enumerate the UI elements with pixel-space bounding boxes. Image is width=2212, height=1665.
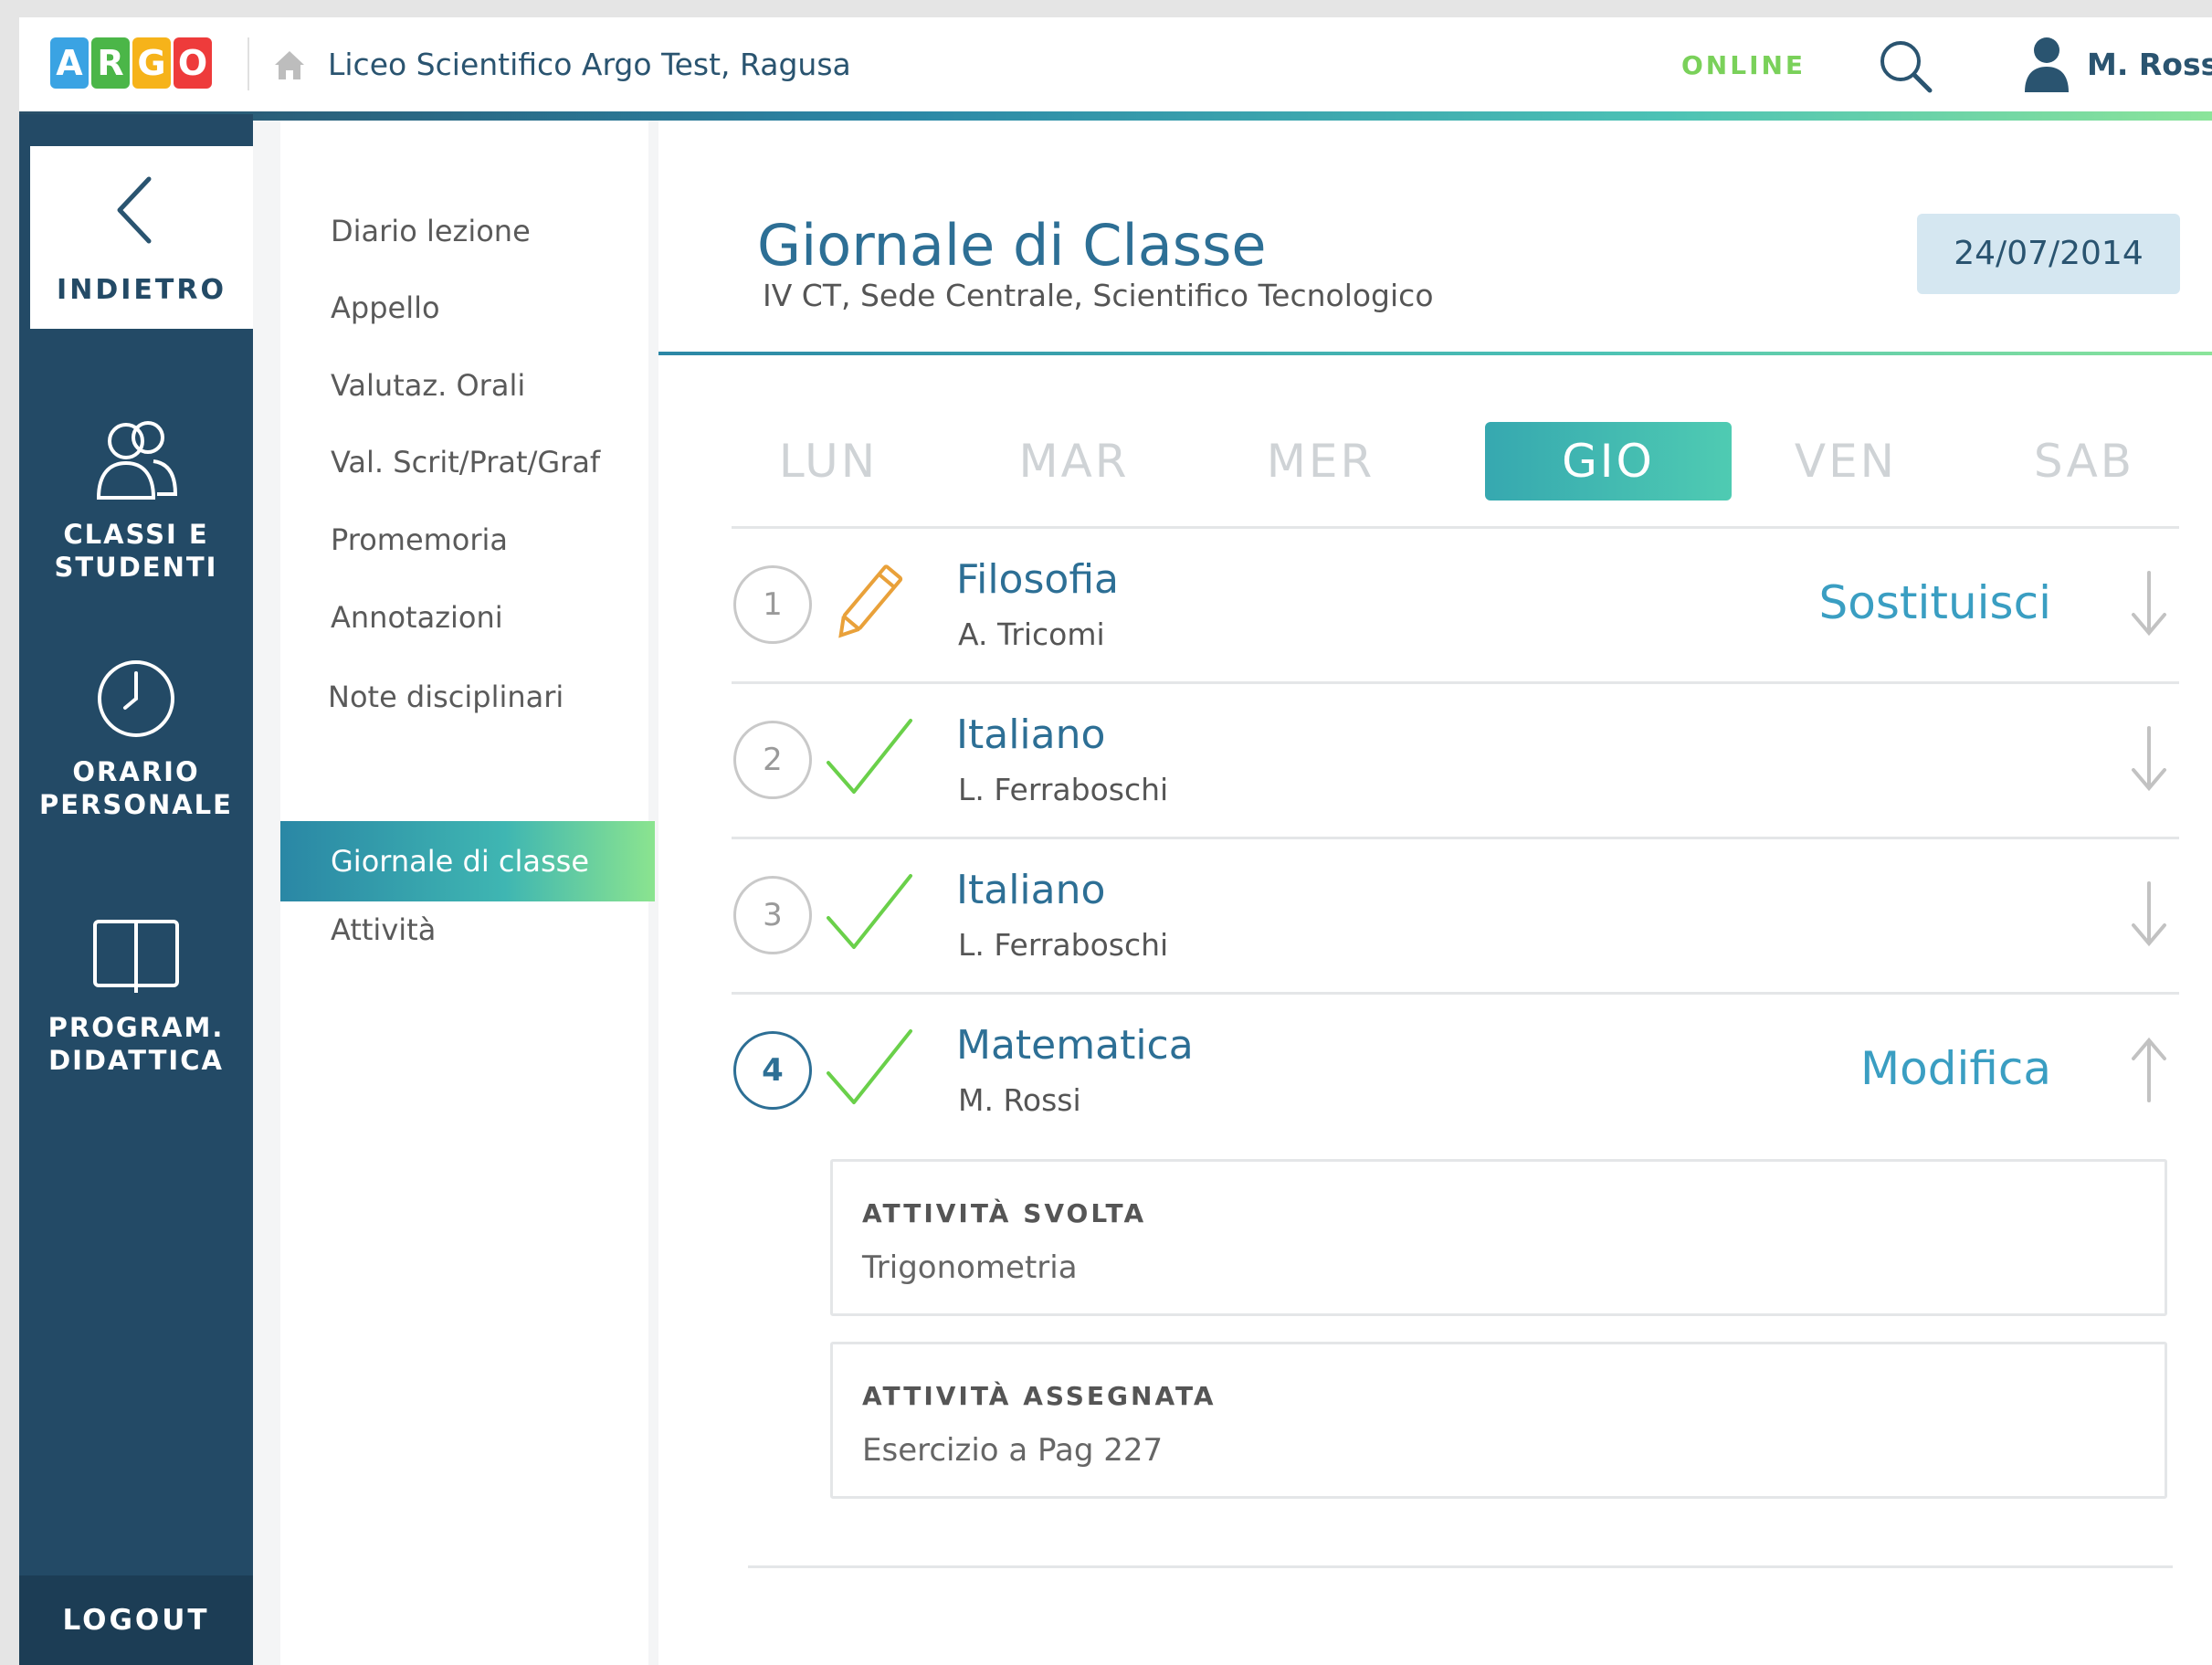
lesson-subject: Italiano [956, 867, 1106, 913]
sidebar-label-program-2: DIDATTICA [48, 1045, 224, 1076]
sidebar-item-orario-personale[interactable]: ORARIO PERSONALE [19, 653, 253, 821]
arrow-down-icon[interactable] [2126, 722, 2172, 796]
lesson-number: 4 [733, 1031, 812, 1110]
submenu-item-annotazioni[interactable]: Annotazioni [331, 600, 503, 635]
lesson-row-expanded[interactable]: 4 Matematica M. Rossi Modifica [732, 995, 2179, 1150]
sidebar-label-classi-1: CLASSI E [63, 519, 209, 550]
tab-mer[interactable]: MER [1229, 422, 1412, 501]
sidebar-label-orario-2: PERSONALE [39, 789, 233, 820]
arrow-down-icon[interactable] [2126, 567, 2172, 640]
logo-letter-a: A [50, 37, 89, 89]
tab-ven[interactable]: VEN [1754, 422, 1937, 501]
lesson-number: 3 [733, 876, 812, 954]
attivita-svolta-box[interactable]: ATTIVITÀ SVOLTA Trigonometria [830, 1159, 2167, 1316]
clock-icon [98, 660, 174, 737]
date-picker-button[interactable]: 24/07/2014 [1917, 214, 2180, 294]
sidebar-label-classi-2: STUDENTI [54, 552, 218, 583]
logo-letter-o: O [174, 37, 212, 89]
lesson-row[interactable]: 3 Italiano L. Ferraboschi [732, 839, 2179, 995]
tab-sab[interactable]: SAB [1993, 422, 2175, 501]
online-status: ONLINE [1681, 50, 1806, 80]
back-button[interactable]: INDIETRO [30, 146, 253, 329]
submenu-item-diario-lezione[interactable]: Diario lezione [331, 214, 531, 248]
sidebar-label-orario-1: ORARIO [72, 756, 200, 787]
lesson-subject: Italiano [956, 711, 1106, 758]
back-label: INDIETRO [57, 274, 226, 306]
detail-value: Esercizio a Pag 227 [862, 1432, 1164, 1469]
lesson-row[interactable]: 2 Italiano L. Ferraboschi [732, 684, 2179, 839]
logo-letter-r: R [91, 37, 130, 89]
attivita-assegnata-box[interactable]: ATTIVITÀ ASSEGNATA Esercizio a Pag 227 [830, 1342, 2167, 1499]
logout-button[interactable]: LOGOUT [19, 1575, 253, 1665]
submenu: Diario lezione Appello Valutaz. Orali Va… [253, 121, 676, 1665]
tab-mar[interactable]: MAR [983, 422, 1165, 501]
search-icon[interactable] [1877, 37, 1935, 96]
pencil-icon [838, 564, 903, 638]
sidebar-item-program-didattica[interactable]: PROGRAM. DIDATTICA [19, 909, 253, 1077]
argo-logo[interactable]: A R G O [50, 37, 212, 89]
user-icon[interactable] [2019, 34, 2074, 94]
lesson-number: 2 [733, 721, 812, 799]
submenu-item-note-disciplinari[interactable]: Note disciplinari [328, 680, 564, 714]
submenu-item-promemoria[interactable]: Promemoria [331, 522, 508, 557]
submenu-item-attivita[interactable]: Attività [331, 912, 436, 947]
sidebar-item-classi-studenti[interactable]: CLASSI E STUDENTI [19, 416, 253, 584]
submenu-active-label: Giornale di classe [331, 844, 589, 879]
lesson-row[interactable]: 1 Filosofia A. Tricomi Sostituisci [732, 529, 2179, 684]
modifica-button[interactable]: Modifica [1860, 1042, 2051, 1095]
submenu-item-val-scrit[interactable]: Val. Scrit/Prat/Graf [331, 445, 600, 479]
chevron-left-icon [117, 176, 152, 244]
check-icon [827, 874, 912, 949]
list-bottom-divider [748, 1565, 2173, 1568]
tab-lun[interactable]: LUN [737, 422, 920, 501]
users-icon [96, 421, 178, 500]
user-name[interactable]: M. Rossi [2087, 47, 2212, 82]
lesson-subject: Matematica [956, 1022, 1194, 1069]
lesson-teacher: M. Rossi [958, 1082, 1081, 1118]
book-icon [93, 920, 179, 993]
page-subtitle: IV CT, Sede Centrale, Scientifico Tecnol… [763, 278, 1434, 313]
main-sidebar: CLASSI E STUDENTI ORARIO PERSONALE PROGR… [19, 114, 253, 1665]
top-bar: A R G O Liceo Scientifico Argo Test, Rag… [19, 17, 2212, 114]
home-icon[interactable] [271, 47, 308, 83]
arrow-up-icon[interactable] [2126, 1033, 2172, 1106]
sostituisci-button[interactable]: Sostituisci [1819, 576, 2052, 629]
logo-separator [248, 37, 249, 90]
logo-letter-g: G [132, 37, 171, 89]
lesson-teacher: L. Ferraboschi [958, 772, 1169, 807]
submenu-item-giornale-di-classe[interactable]: Giornale di classe [280, 821, 655, 901]
lesson-teacher: A. Tricomi [958, 616, 1105, 652]
school-name[interactable]: Liceo Scientifico Argo Test, Ragusa [328, 47, 851, 82]
sidebar-label-program-1: PROGRAM. [47, 1012, 225, 1043]
title-divider [658, 352, 2212, 355]
check-icon [827, 719, 912, 794]
lesson-number: 1 [733, 565, 812, 644]
detail-value: Trigonometria [862, 1249, 1078, 1286]
arrow-down-icon[interactable] [2126, 878, 2172, 951]
detail-label: ATTIVITÀ SVOLTA [862, 1198, 1147, 1228]
top-bar-gradient-line [19, 111, 2212, 121]
tab-gio[interactable]: GIO [1485, 422, 1732, 501]
app-frame: A R G O Liceo Scientifico Argo Test, Rag… [19, 17, 2212, 1665]
page-title: Giornale di Classe [757, 212, 1267, 279]
lesson-subject: Filosofia [956, 556, 1119, 603]
submenu-item-appello[interactable]: Appello [331, 290, 440, 325]
detail-label: ATTIVITÀ ASSEGNATA [862, 1381, 1217, 1411]
lesson-teacher: L. Ferraboschi [958, 927, 1169, 963]
submenu-item-valutaz-orali[interactable]: Valutaz. Orali [331, 368, 525, 403]
check-icon [827, 1029, 912, 1104]
